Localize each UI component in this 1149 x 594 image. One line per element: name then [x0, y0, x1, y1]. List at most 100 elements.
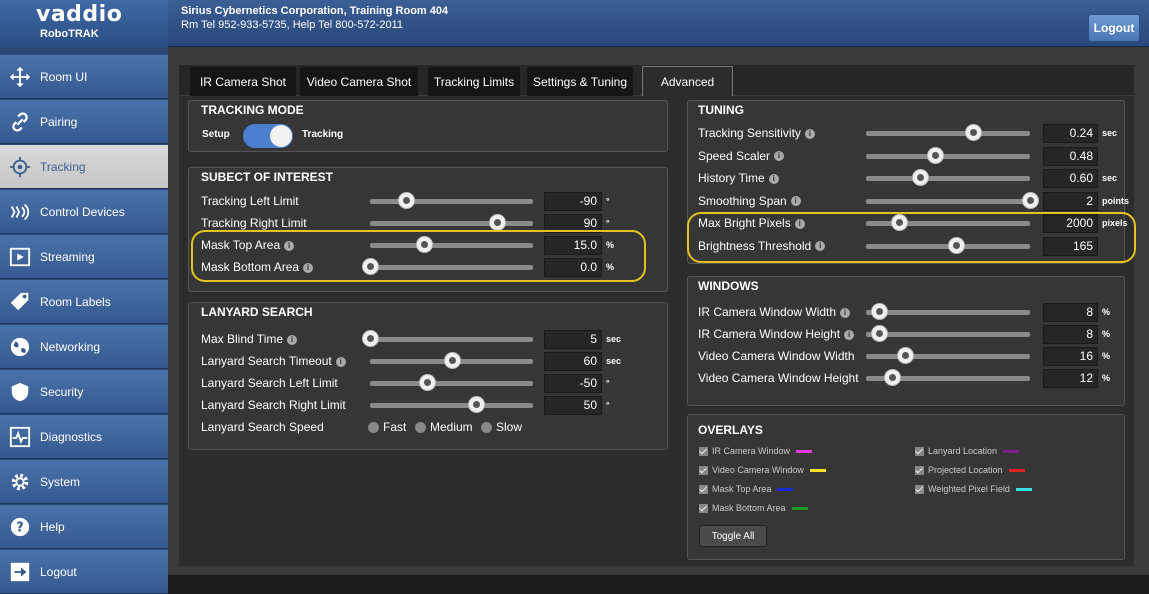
sidebar-item-system[interactable]: System	[0, 460, 168, 504]
toggle-all-button[interactable]: Toggle All	[699, 525, 767, 547]
lanyard-search-left-limit-value[interactable]: -50	[544, 374, 602, 393]
info-icon[interactable]: i	[790, 196, 801, 207]
video-camera-window-height-value[interactable]: 12	[1043, 369, 1098, 388]
sidebar-item-help[interactable]: ? Help	[0, 505, 168, 549]
info-icon[interactable]: i	[287, 334, 298, 345]
smoothing-span-label-text: Smoothing Span	[698, 193, 787, 208]
sidebar-item-streaming[interactable]: Streaming	[0, 235, 168, 279]
tracking-mode-toggle[interactable]	[243, 124, 293, 148]
video-camera-window-width-slider[interactable]	[866, 354, 1030, 359]
overlay-weighted-pixel-field-checkbox[interactable]: Weighted Pixel Field	[915, 484, 1032, 494]
video-camera-window-height-slider-handle[interactable]	[884, 369, 902, 386]
smoothing-span-unit: points	[1102, 195, 1129, 206]
tab-video-camera-shot[interactable]: Video Camera Shot	[300, 67, 418, 96]
tab-ir-camera-shot[interactable]: IR Camera Shot	[190, 67, 296, 96]
info-icon[interactable]: i	[774, 151, 785, 162]
lanyard-search-timeout-label: Lanyard Search Timeout i	[201, 354, 346, 368]
tracking-left-limit-slider[interactable]	[370, 199, 533, 204]
sidebar-item-pairing[interactable]: Pairing	[0, 100, 168, 144]
tab-advanced[interactable]: Advanced	[642, 66, 733, 97]
max-blind-time-slider[interactable]	[370, 337, 533, 342]
ir-camera-window-width-slider[interactable]	[866, 310, 1030, 315]
lanyard-search-timeout-value[interactable]: 60	[544, 352, 602, 371]
overlay-video-camera-window-checkbox[interactable]: Video Camera Window	[699, 465, 826, 475]
speed-scaler-slider-handle[interactable]	[926, 146, 944, 164]
tracking-left-limit-value[interactable]: -90	[544, 192, 602, 211]
max-blind-time-value[interactable]: 5	[544, 330, 602, 349]
speed-scaler-slider[interactable]	[866, 153, 1030, 159]
overlay-projected-location-checkbox[interactable]: Projected Location	[915, 465, 1025, 475]
sidebar-item-label: Logout	[40, 564, 77, 579]
ir-camera-window-height-value[interactable]: 8	[1043, 325, 1098, 344]
sidebar-item-logout[interactable]: Logout	[0, 550, 168, 594]
tracking-sensitivity-slider-handle[interactable]	[964, 124, 982, 141]
history-time-value[interactable]: 0.60	[1043, 169, 1098, 188]
overlay-mask-top-area-checkbox[interactable]: Mask Top Area	[699, 484, 794, 494]
info-icon[interactable]: i	[844, 329, 855, 340]
tracking-right-limit-slider[interactable]	[370, 221, 533, 226]
tracking-mode-tracking-label: Tracking	[302, 129, 344, 140]
speed-scaler-value[interactable]: 0.48	[1043, 146, 1098, 166]
lanyard-search-right-limit-value[interactable]: 50	[544, 396, 602, 415]
main-area: IR Camera Shot Video Camera Shot Tracking …	[168, 47, 1149, 575]
tracking-sensitivity-slider[interactable]	[866, 131, 1030, 136]
lanyard-search-timeout-slider-handle[interactable]	[443, 352, 461, 369]
pulse-icon	[0, 426, 40, 448]
video-camera-window-height-label: Video Camera Window Height	[698, 371, 859, 385]
brightness-highlight	[687, 212, 1136, 263]
max-blind-time-unit: sec	[606, 334, 622, 344]
speed-radio-medium[interactable]: Medium	[415, 420, 473, 434]
speed-radio-fast[interactable]: Fast	[368, 420, 406, 434]
sidebar-item-tracking[interactable]: Tracking	[0, 145, 168, 189]
tracking-right-limit-slider-handle[interactable]	[489, 214, 507, 231]
radio-dot	[481, 421, 492, 433]
lanyard-search-left-limit-slider[interactable]	[370, 381, 533, 386]
tab-tracking-limits[interactable]: Tracking Limits	[428, 67, 520, 96]
smoothing-span-slider[interactable]	[866, 198, 1030, 204]
info-icon[interactable]: i	[840, 307, 851, 318]
lanyard-search-right-limit-label: Lanyard Search Right Limit	[201, 398, 346, 412]
lanyard-search-right-limit-slider-handle[interactable]	[467, 396, 485, 413]
lanyard-search-left-limit-unit: °	[606, 378, 610, 388]
speed-radio-slow[interactable]: Slow	[481, 420, 522, 434]
overlay-mask-bottom-area-checkbox[interactable]: Mask Bottom Area	[699, 503, 808, 513]
smoothing-span-slider-handle[interactable]	[1022, 191, 1039, 209]
max-blind-time-slider-handle[interactable]	[362, 330, 379, 347]
sidebar-item-label: Pairing	[40, 114, 78, 129]
ir-camera-window-height-slider[interactable]	[866, 332, 1030, 337]
sidebar-item-room-labels[interactable]: Room Labels	[0, 280, 168, 324]
logout-button[interactable]: Logout	[1088, 14, 1140, 42]
lanyard-search-right-limit-slider[interactable]	[370, 403, 533, 408]
smoothing-span-value[interactable]: 2	[1043, 191, 1098, 211]
globe-icon	[0, 336, 40, 358]
video-camera-window-width-value[interactable]: 16	[1043, 347, 1098, 366]
video-camera-window-height-unit: %	[1102, 373, 1111, 383]
info-icon[interactable]: i	[335, 356, 346, 367]
speed-scaler-label-text: Speed Scaler	[698, 148, 771, 163]
overlay-color-swatch	[791, 506, 808, 510]
ir-camera-window-width-value[interactable]: 8	[1043, 303, 1098, 322]
sidebar-item-room-ui[interactable]: Room UI	[0, 55, 168, 99]
sidebar-item-security[interactable]: Security	[0, 370, 168, 414]
info-icon[interactable]: i	[804, 128, 815, 139]
info-icon[interactable]: i	[768, 173, 779, 184]
overlay-label: Video Camera Window	[712, 465, 804, 475]
overlay-lanyard-location-checkbox[interactable]: Lanyard Location	[915, 446, 1020, 456]
sidebar-item-control-devices[interactable]: Control Devices	[0, 190, 168, 234]
sidebar-item-diagnostics[interactable]: Diagnostics	[0, 415, 168, 459]
history-time-slider-handle[interactable]	[912, 169, 930, 186]
ir-camera-window-height-slider-handle[interactable]	[871, 325, 889, 342]
gear-icon	[0, 471, 40, 493]
ir-camera-window-width-slider-handle[interactable]	[871, 303, 889, 320]
tracking-left-limit-slider-handle[interactable]	[397, 192, 415, 209]
history-time-slider[interactable]	[866, 176, 1030, 181]
video-camera-window-width-slider-handle[interactable]	[897, 347, 915, 364]
tracking-right-limit-label-text: Tracking Right Limit	[201, 216, 307, 230]
ir-camera-window-height-label-text: IR Camera Window Height	[698, 327, 841, 341]
sidebar-item-networking[interactable]: Networking	[0, 325, 168, 369]
tracking-sensitivity-value[interactable]: 0.24	[1043, 124, 1098, 143]
lanyard-search-left-limit-slider-handle[interactable]	[419, 374, 437, 391]
overlay-ir-camera-window-checkbox[interactable]: IR Camera Window	[699, 446, 813, 456]
tab-settings-tuning[interactable]: Settings & Tuning	[527, 67, 633, 96]
tracking-sensitivity-unit: sec	[1102, 128, 1118, 138]
